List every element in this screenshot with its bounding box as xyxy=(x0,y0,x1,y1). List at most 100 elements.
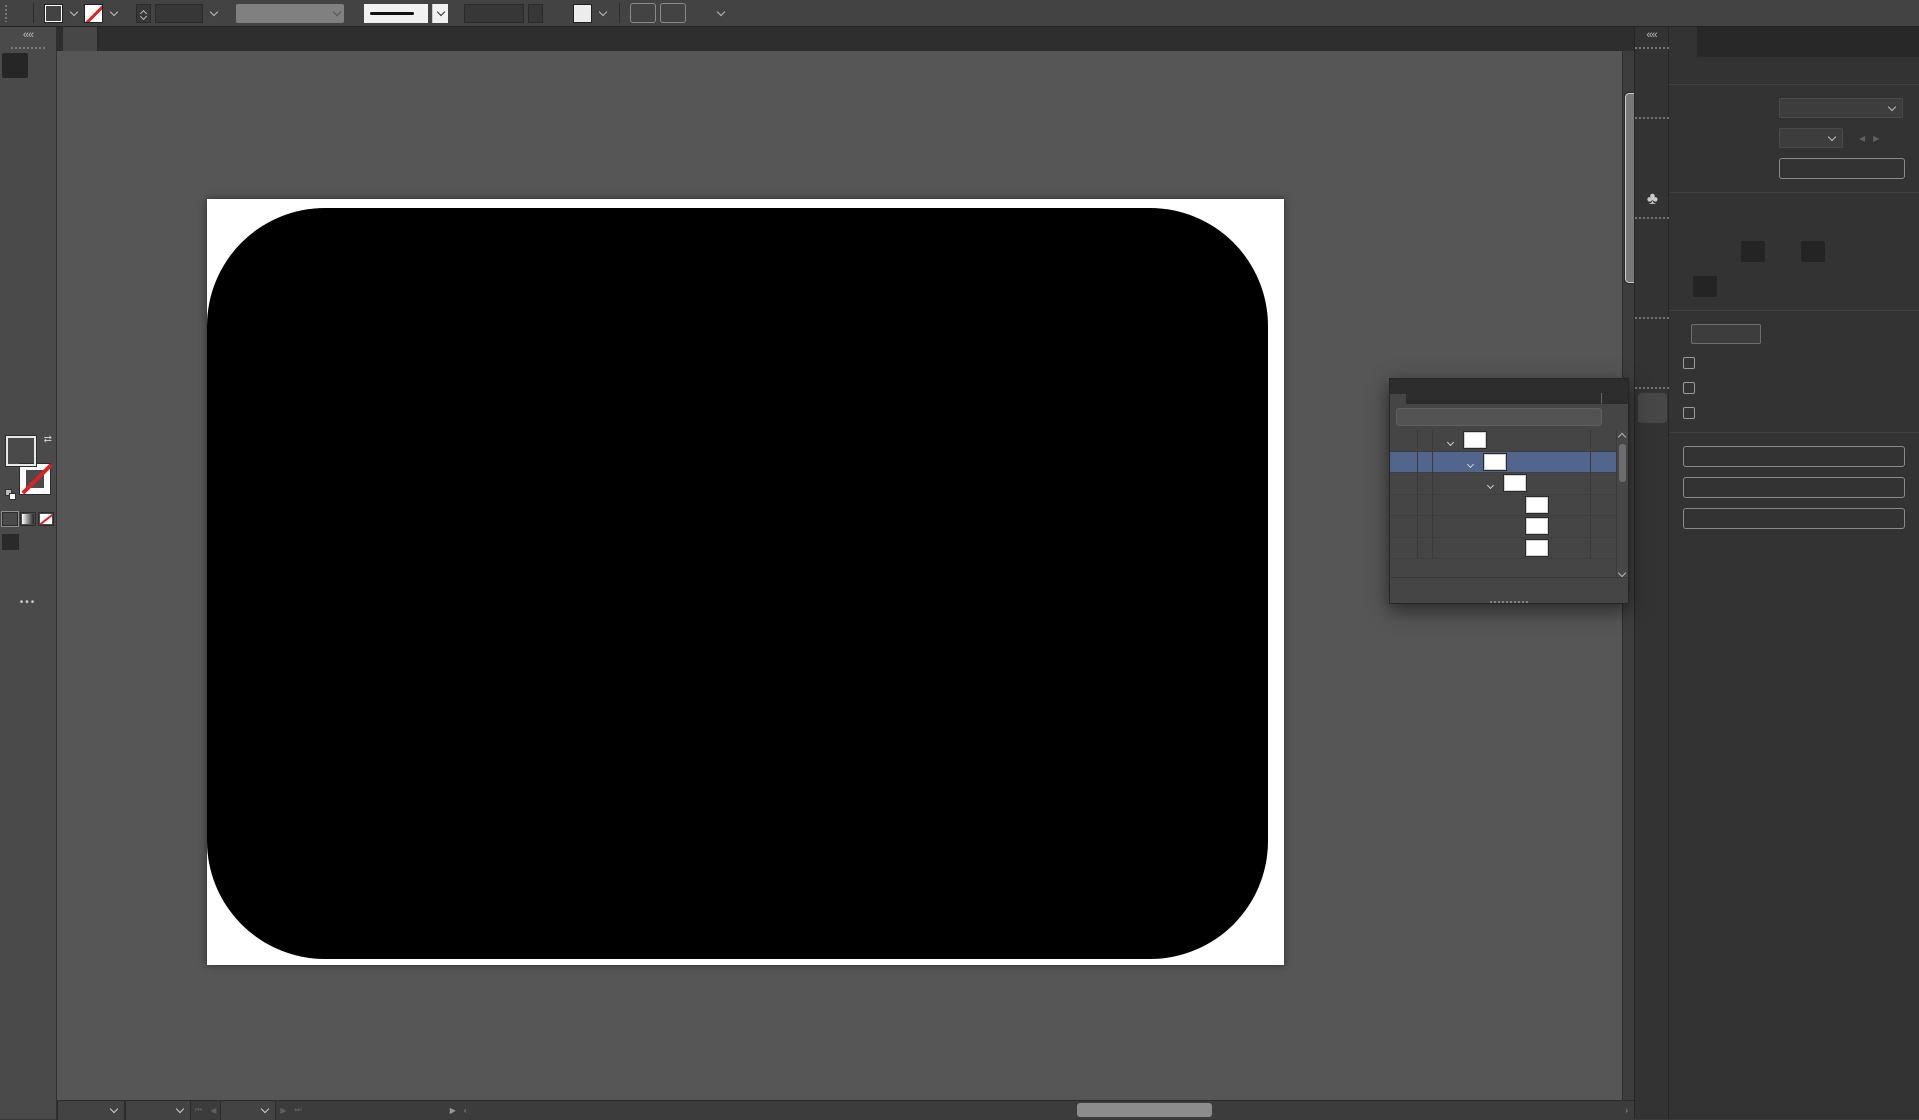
graphic-style-swatch[interactable] xyxy=(573,4,592,23)
layer-row-lettres[interactable] xyxy=(1390,452,1628,474)
new-sublayer-icon[interactable] xyxy=(1502,583,1517,598)
pen-tool[interactable] xyxy=(2,103,28,128)
units-select[interactable] xyxy=(1779,98,1903,118)
swatches-panel-button[interactable] xyxy=(1635,123,1670,153)
show-rulers-button[interactable] xyxy=(1697,206,1721,227)
snap-to-pixel-button[interactable] xyxy=(1753,276,1777,297)
zoom-level-field[interactable] xyxy=(57,1101,125,1120)
status-popup-arrow[interactable]: ▶ xyxy=(446,1106,460,1115)
stroke-color-dropdown[interactable] xyxy=(107,4,120,23)
gradient-mode-button[interactable] xyxy=(20,512,36,526)
target-circle-icon[interactable] xyxy=(1590,516,1616,537)
dock-collapse-button[interactable]: «« xyxy=(1635,27,1668,43)
export-panel-button[interactable] xyxy=(1635,423,1670,453)
last-artboard-button[interactable]: ⏭ xyxy=(291,1105,306,1115)
selection-tool[interactable] xyxy=(2,53,28,78)
gradient-tool[interactable] xyxy=(28,278,54,303)
scale-strokes-checkbox[interactable] xyxy=(1683,407,1695,419)
visibility-toggle[interactable] xyxy=(1390,538,1418,559)
layer-row-path-1[interactable] xyxy=(1390,495,1628,517)
preferences-button[interactable] xyxy=(660,3,686,23)
visibility-toggle[interactable] xyxy=(1390,495,1418,516)
magic-wand-tool[interactable] xyxy=(2,78,28,103)
layers-search-input[interactable] xyxy=(1418,410,1596,424)
isolate-icon[interactable] xyxy=(1454,583,1469,598)
color-guide-panel-button[interactable] xyxy=(1635,83,1670,113)
layers-panel-button[interactable] xyxy=(1638,393,1667,423)
visibility-toggle[interactable] xyxy=(1390,452,1418,473)
keyboard-increment-field[interactable] xyxy=(1691,324,1761,344)
target-circle-icon[interactable] xyxy=(1590,430,1616,451)
collect-for-export-icon[interactable] xyxy=(1430,583,1445,598)
layer-row-path-3[interactable] xyxy=(1390,538,1628,560)
layers-panel-resize-handle[interactable] xyxy=(1489,600,1529,604)
lock-toggle[interactable] xyxy=(1418,516,1433,537)
stroke-style-chevron[interactable] xyxy=(432,4,448,23)
show-grid-button[interactable] xyxy=(1727,206,1751,227)
stroke-proxy-swatch[interactable] xyxy=(20,464,50,494)
lock-toggle[interactable] xyxy=(1418,495,1433,516)
zoom-tool[interactable] xyxy=(2,403,28,428)
previous-artboard-nav-icon[interactable]: ◀ xyxy=(1855,134,1869,143)
tools-drag-handle[interactable] xyxy=(11,46,45,50)
artboards-panel-button[interactable] xyxy=(1635,453,1670,483)
snap-to-grid-button[interactable] xyxy=(1723,276,1747,297)
fill-color-swatch[interactable] xyxy=(44,4,63,23)
locate-object-icon[interactable] xyxy=(1406,583,1421,598)
tab-bibliotheques[interactable] xyxy=(1697,27,1725,57)
swap-fill-stroke-icon[interactable]: ⇄ xyxy=(44,434,52,445)
next-artboard-nav-icon[interactable]: ▶ xyxy=(1869,134,1883,143)
screen-mode-button[interactable] xyxy=(0,562,22,580)
eraser-tool[interactable] xyxy=(28,178,54,203)
artboard-number-field[interactable] xyxy=(220,1101,276,1120)
brushes-panel-button[interactable] xyxy=(1635,153,1670,183)
lock-toggle[interactable] xyxy=(1418,473,1433,494)
layers-search-box[interactable] xyxy=(1396,408,1602,426)
direct-selection-tool[interactable] xyxy=(28,53,54,78)
brush-definition-dropdown[interactable] xyxy=(236,4,344,23)
select-similar-dropdown[interactable] xyxy=(714,4,727,23)
appearance-panel-button[interactable] xyxy=(1635,323,1670,353)
arrange-documents-icon[interactable] xyxy=(1839,3,1859,23)
expand-chevron-icon[interactable] xyxy=(1488,479,1496,487)
color-mode-button[interactable] xyxy=(2,512,18,526)
column-graph-tool[interactable] xyxy=(2,353,28,378)
document-tab[interactable] xyxy=(63,27,98,51)
target-circle-icon[interactable] xyxy=(1590,495,1616,516)
stroke-weight-field[interactable] xyxy=(155,4,203,23)
blend-tool[interactable] xyxy=(2,328,28,353)
expand-chevron-icon[interactable] xyxy=(1448,436,1456,444)
fill-color-dropdown[interactable] xyxy=(67,4,80,23)
share-document-icon[interactable] xyxy=(731,3,751,23)
next-artboard-button[interactable]: ▶ xyxy=(276,1106,290,1115)
target-circle-icon[interactable] xyxy=(1590,473,1616,494)
curvature-tool[interactable] xyxy=(28,103,54,128)
expand-chevron-icon[interactable] xyxy=(1468,458,1476,466)
visibility-toggle[interactable] xyxy=(1390,473,1418,494)
layers-scrollbar-thumb[interactable] xyxy=(1619,444,1626,482)
layer-thumbnail[interactable] xyxy=(1526,540,1548,556)
rectangle-tool[interactable] xyxy=(2,153,28,178)
symbols-panel-button[interactable]: ♣ xyxy=(1635,183,1670,213)
artboard-select[interactable] xyxy=(1779,128,1843,148)
scale-tool[interactable] xyxy=(28,203,54,228)
new-layer-icon[interactable] xyxy=(1526,583,1541,598)
preview-bounds-checkbox[interactable] xyxy=(1683,357,1695,369)
symbol-sprayer-tool[interactable] xyxy=(28,328,54,353)
rotate-tool[interactable] xyxy=(2,203,28,228)
visibility-toggle[interactable] xyxy=(1390,516,1418,537)
scroll-down-icon[interactable] xyxy=(1618,569,1626,577)
type-tool[interactable] xyxy=(2,128,28,153)
layers-scrollbar[interactable] xyxy=(1616,430,1628,577)
mesh-tool[interactable] xyxy=(2,278,28,303)
previous-artboard-button[interactable]: ◀ xyxy=(206,1106,220,1115)
shaper-tool[interactable] xyxy=(2,178,28,203)
transparency-panel-button[interactable] xyxy=(1635,283,1670,313)
show-guides-button[interactable] xyxy=(1741,241,1765,262)
vertical-scrollbar-thumb[interactable] xyxy=(1625,93,1634,283)
shape-builder-tool[interactable] xyxy=(2,253,28,278)
perspective-grid-tool[interactable] xyxy=(28,253,54,278)
stroke-panel-button[interactable] xyxy=(1635,223,1670,253)
opacity-field[interactable] xyxy=(464,4,524,23)
layer-row-group[interactable] xyxy=(1390,473,1628,495)
